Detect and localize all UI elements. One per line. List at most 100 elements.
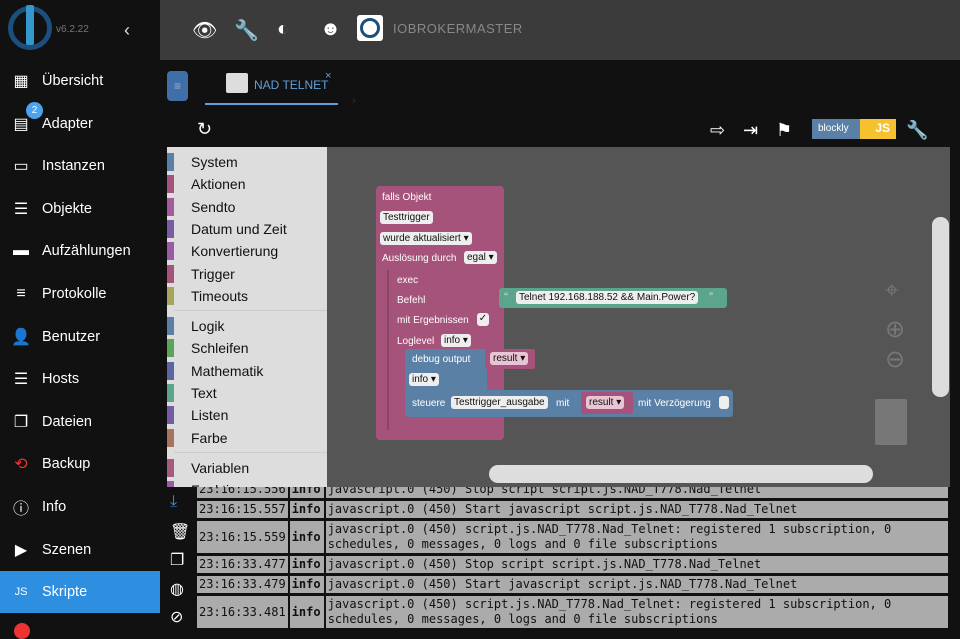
sidebar-item-adapter[interactable]: ▤ Adapter [0,103,160,145]
debug-var-dropdown[interactable]: result ▾ [490,352,529,365]
expert-mode-icon[interactable]: ☻ [320,18,341,41]
instances-icon: ▭ [13,158,29,176]
sidebar-item-info[interactable]: ⓘ Info [0,486,160,528]
export-icon[interactable]: ⇨ [710,120,725,141]
eye-icon[interactable]: 👁 [192,18,217,43]
debug-title: debug output [412,354,471,365]
convert-blockly-to-js-button[interactable]: blockly JS [812,119,896,139]
sidebar-item-label: Protokolle [42,286,107,302]
ack-dropdown[interactable]: egal ▾ [464,251,497,264]
toolbox-category-farbe[interactable]: Farbe [167,427,327,449]
tab-scroll-arrow[interactable]: › [352,95,356,107]
extra-nav-icon[interactable] [14,623,30,639]
sidebar-item-benutzer[interactable]: 👤 Benutzer [0,316,160,358]
sidebar-item-protokolle[interactable]: ≡ Protokolle [0,273,160,315]
debug-level-dropdown[interactable]: info ▾ [409,373,439,386]
js-icon: JS [14,586,28,599]
trigger-event-dropdown[interactable]: wurde aktualisiert ▾ [380,232,472,245]
command-text-field[interactable]: Telnet 192.168.188.52 && Main.Power? [516,291,699,304]
zoom-in-icon[interactable]: ⊕ [885,315,905,344]
toolbox-category-schleifen[interactable]: Schleifen [167,337,327,359]
toolbox-category-variablen[interactable]: Variablen [167,457,327,479]
log-time: 23:16:33.477 [197,556,290,573]
sidebar-item-instanzen[interactable]: ▭ Instanzen [0,145,160,187]
category-color-swatch [167,264,174,283]
toolbox-category-funktionen[interactable]: Funktionen [167,479,327,487]
text-block[interactable]: “ Telnet 192.168.188.52 && Main.Power? ” [499,288,727,308]
control-block[interactable]: steuere Testtrigger_ausgabe mit result ▾… [405,390,733,417]
control-object-field[interactable]: Testtrigger_ausgabe [451,396,548,409]
sidebar-item-objekte[interactable]: ☰ Objekte [0,188,160,230]
refresh-icon[interactable]: ↻ [197,119,212,140]
debug-output-block[interactable]: debug output info ▾ [405,349,487,391]
category-label: Timeouts [191,287,249,304]
exec-results-checkbox[interactable]: ✓ [477,313,489,326]
blockly-workspace[interactable]: falls Objekt Testtrigger wurde aktualisi… [327,147,950,487]
checkered-flag-icon[interactable]: ⚑ [776,120,792,141]
sidebar: v6.2.22 ‹ ▦ Übersicht ▤ Adapter ▭ Instanzen ☰ O… [0,0,160,639]
toolbox-category-timeouts[interactable]: Timeouts [167,285,327,307]
toolbox-category-aktionen[interactable]: Aktionen [167,173,327,195]
workspace-vertical-scrollbar[interactable] [932,217,949,397]
sidebar-item-dateien[interactable]: ❐ Dateien [0,401,160,443]
toolbox-category-text[interactable]: Text [167,382,327,404]
sidebar-item-label: Szenen [42,541,92,558]
log-message: javascript.0 (450) Start javascript scri… [325,576,950,593]
log-severity: info [289,501,326,518]
log-row: 23:16:33.479 info javascript.0 (450) Start… [197,576,950,593]
backup-icon: ⟲ [14,456,28,474]
category-color-swatch [167,458,174,477]
toolbox-category-trigger[interactable]: Trigger [167,263,327,285]
exec-loglevel-dropdown[interactable]: info ▾ [441,334,471,347]
toolbox-separator [174,451,327,453]
toolbox-category-sendto[interactable]: Sendto [167,196,327,218]
toolbox-category-logik[interactable]: Logik [167,315,327,337]
toolbox-category-system[interactable]: System [167,151,327,173]
category-label: Datum und Zeit [191,220,287,237]
import-icon[interactable]: ⇥ [743,120,758,141]
sidebar-item-skripte[interactable]: JS Skripte [0,571,160,614]
zoom-out-icon[interactable]: ⊖ [885,345,905,374]
tab-nad-telnet[interactable]: NAD TELNET [254,78,328,92]
sidebar-item-backup[interactable]: ⟲ Backup [0,443,160,485]
control-delay-checkbox[interactable] [719,396,729,409]
trigger-object-field[interactable]: Testtrigger [380,211,433,224]
clear-log-icon[interactable]: 🗑 [170,522,190,542]
sidebar-item-aufzählungen[interactable]: ▬ Aufzählungen [0,230,160,272]
copy-icon[interactable]: ❐ [170,550,184,570]
log-severity: info [289,521,326,553]
host-name: IOBROKERMASTER [393,21,523,36]
theme-icon[interactable]: ◐ [277,18,289,41]
toolbox-category-datum-und-zeit[interactable]: Datum und Zeit [167,218,327,240]
debug-var-block[interactable]: result ▾ [485,349,535,369]
toolbox-category-konvertierung[interactable]: Konvertierung [167,240,327,262]
scroll-down-icon[interactable]: ⤓ [170,493,177,511]
log-message: javascript.0 (450) script.js.NAD_T778.Na… [325,521,950,553]
toolbox-separator [174,310,327,312]
log-row: 23:16:15.557 info javascript.0 (450) Start… [197,501,950,518]
recenter-icon[interactable]: ⌖ [885,277,899,305]
trash-icon[interactable] [875,399,907,445]
sidebar-item-label: Instanzen [42,158,105,175]
sidebar-item-szenen[interactable]: ▶ Szenen [0,529,160,571]
script-list-toggle-button[interactable]: ≡ [167,71,188,101]
trigger-event-value: wurde aktualisiert [383,233,461,244]
sidebar-item-übersicht[interactable]: ▦ Übersicht [0,60,160,102]
control-var-block[interactable]: result ▾ [581,392,633,414]
exec-loglevel-label: Loglevel [397,336,435,347]
tab-close-icon[interactable]: × [325,70,331,82]
wrench-icon[interactable]: 🔧 [234,18,259,43]
category-color-swatch [167,384,174,402]
settings-wrench-icon[interactable]: 🔧 [906,120,928,141]
sidebar-item-label: Objekte [42,200,92,217]
host-logo [357,15,383,41]
sidebar-item-hosts[interactable]: ☰ Hosts [0,358,160,400]
collapse-sidebar-button[interactable]: ‹ [124,20,130,41]
log-view-icon[interactable]: ◍ [170,579,184,599]
control-var-dropdown[interactable]: result ▾ [586,396,625,409]
toolbox-category-mathematik[interactable]: Mathematik [167,360,327,382]
hide-log-icon[interactable]: ⊘ [170,607,183,627]
toolbox-category-listen[interactable]: Listen [167,404,327,426]
workspace-horizontal-scrollbar[interactable] [489,465,873,483]
js-label: JS [860,119,896,139]
